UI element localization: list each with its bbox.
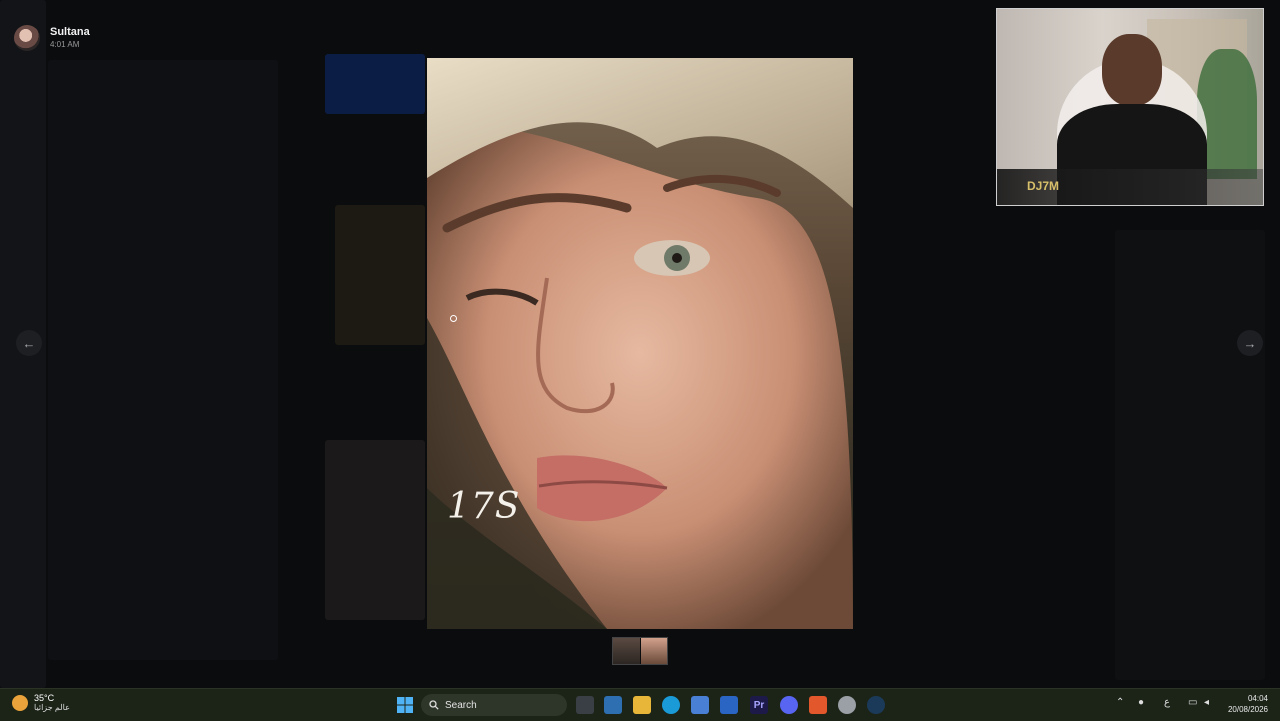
input-language[interactable]: ع [1164, 697, 1170, 708]
taskbar-clock[interactable]: 04:04 20/08/2026 [1228, 693, 1268, 715]
thumbnail-2[interactable] [640, 638, 667, 664]
weather-temperature: 35°C [34, 693, 55, 703]
chrome-icon[interactable] [838, 696, 856, 714]
windows-taskbar: 35°C عالم جزائيا Search Pr ⌃ ● ع ▭ ◂ 04:… [0, 688, 1280, 721]
discord-icon[interactable] [780, 696, 798, 714]
network-icon[interactable]: ▭ [1188, 697, 1197, 708]
blurred-painting [335, 205, 425, 345]
clock-time: 04:04 [1247, 694, 1268, 703]
weather-widget[interactable]: 35°C عالم جزائيا [12, 693, 70, 713]
taskbar-search-box[interactable]: Search [421, 694, 567, 716]
portrait-illustration [427, 58, 853, 629]
steam-icon[interactable] [867, 696, 885, 714]
streamer-logo: DJ7M [1027, 179, 1060, 193]
previous-image-button[interactable]: ← [16, 330, 42, 356]
mail-icon[interactable] [720, 696, 738, 714]
arrow-left-icon: ← [22, 335, 36, 351]
store-icon[interactable] [691, 696, 709, 714]
chevron-up-icon[interactable]: ⌃ [1116, 697, 1124, 708]
next-image-button[interactable]: → [1237, 330, 1263, 356]
arrow-right-icon: → [1243, 335, 1257, 351]
viewed-image[interactable]: 17S [427, 58, 853, 629]
thumbnail-1[interactable] [613, 638, 640, 664]
microphone-icon[interactable]: ● [1138, 697, 1144, 708]
windows-start-icon[interactable] [396, 696, 414, 714]
edge-icon[interactable] [662, 696, 680, 714]
volume-icon[interactable]: ◂ [1204, 697, 1209, 708]
uploader-avatar[interactable] [14, 25, 40, 51]
thumbnail-strip [612, 637, 668, 665]
brave-icon[interactable] [809, 696, 827, 714]
search-label: Search [445, 699, 477, 711]
image-caption: 17S [447, 486, 521, 527]
viewer-header: Sultana 4:01 AM [14, 22, 90, 54]
widgets-icon[interactable] [604, 696, 622, 714]
uploader-info: Sultana 4:01 AM [50, 26, 90, 50]
uploader-name[interactable]: Sultana [50, 26, 90, 39]
webcam-overlay: DJ7M [996, 8, 1264, 206]
channel-sidebar [48, 60, 278, 660]
webcam-person-head [1102, 34, 1162, 106]
cursor-icon [450, 315, 457, 322]
search-icon [429, 700, 439, 710]
task-view-icon[interactable] [576, 696, 594, 714]
upload-time: 4:01 AM [50, 40, 80, 49]
blurred-banner [325, 54, 425, 114]
weather-icon [12, 695, 28, 711]
premiere-icon[interactable]: Pr [750, 696, 768, 714]
member-list [1115, 230, 1265, 680]
weather-description: عالم جزائيا [34, 703, 70, 712]
blurred-message-image [325, 440, 425, 620]
file-explorer-icon[interactable] [633, 696, 651, 714]
clock-date: 20/08/2026 [1227, 705, 1268, 714]
